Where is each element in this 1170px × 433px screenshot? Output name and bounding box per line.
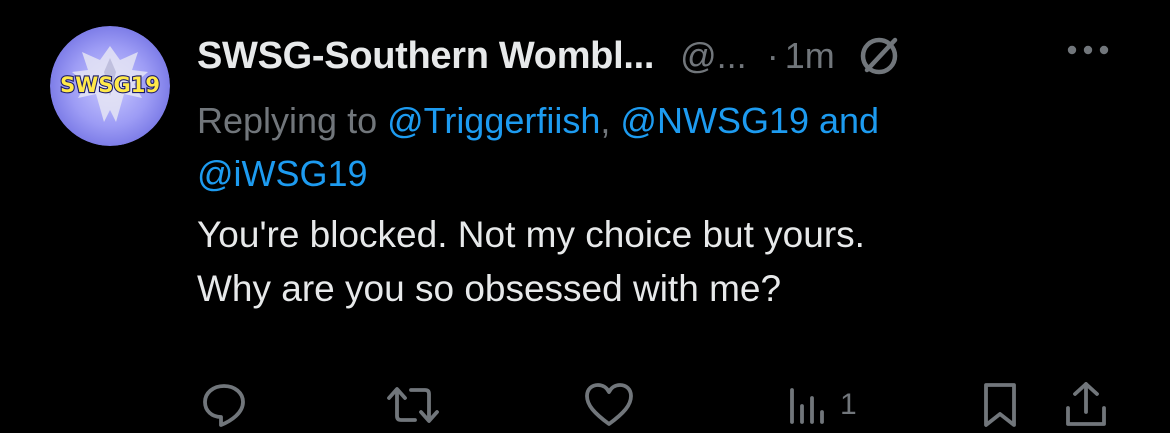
like-button[interactable]: [582, 380, 636, 430]
mention-link[interactable]: @Triggerfiish: [387, 100, 600, 141]
tweet-text: You're blocked. Not my choice but yours.…: [197, 208, 1137, 316]
replying-to-label: Replying to: [197, 100, 378, 141]
tweet-header: SWSG-Southern Wombl... @... · 1m: [197, 30, 1137, 82]
replying-to: Replying to @Triggerfiish, @NWSG19 and @…: [197, 94, 1137, 200]
author-display-name[interactable]: SWSG-Southern Wombl...: [197, 35, 654, 78]
avatar[interactable]: SWSG19: [50, 26, 170, 146]
share-icon: [1066, 382, 1106, 426]
avatar-image: SWSG19: [50, 26, 170, 146]
more-icon[interactable]: [1064, 40, 1112, 65]
separator-dot: ·: [766, 35, 779, 76]
avatar-text: SWSG19: [60, 73, 160, 97]
bookmark-button[interactable]: [980, 380, 1020, 430]
views-count: 1: [840, 388, 857, 421]
comma: ,: [600, 100, 611, 141]
share-button[interactable]: [1062, 380, 1110, 430]
tweet-text-line: You're blocked. Not my choice but yours.: [197, 214, 865, 255]
views-button[interactable]: 1: [786, 380, 857, 430]
like-icon: [585, 383, 633, 426]
action-bar: 1: [0, 380, 1170, 430]
views-icon: [790, 388, 824, 424]
retweet-button[interactable]: [385, 380, 441, 430]
reply-icon: [203, 384, 245, 427]
tweet: SWSG19 SWSG-Southern Wombl... @... · 1m: [0, 0, 1170, 433]
tweet-text-line: Why are you so obsessed with me?: [197, 268, 782, 309]
tweet-content: SWSG-Southern Wombl... @... · 1m Replyin…: [197, 30, 1137, 316]
mention-link[interactable]: @iWSG19: [197, 153, 368, 194]
tweet-time[interactable]: 1m: [785, 35, 835, 77]
mention-link[interactable]: @NWSG19: [620, 100, 809, 141]
retweet-icon: [387, 387, 439, 423]
bookmark-icon: [984, 383, 1016, 427]
blocked-icon: [857, 34, 901, 78]
author-handle[interactable]: @...: [680, 35, 747, 77]
reply-button[interactable]: [199, 380, 249, 430]
mention-conjunction[interactable]: and: [819, 100, 879, 141]
